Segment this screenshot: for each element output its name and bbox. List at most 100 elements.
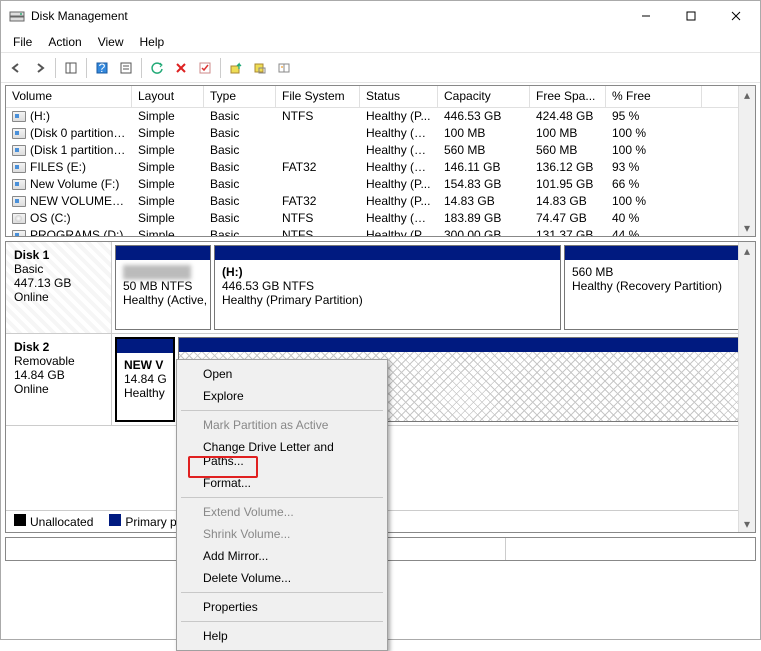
cell-pct: 93 % — [606, 159, 702, 176]
cell-type: Basic — [204, 193, 276, 210]
cell-name: PROGRAMS (D:) — [6, 227, 132, 237]
partition-d1-0[interactable]: ████████ 50 MB NTFS Healthy (Active, — [115, 245, 211, 330]
cell-pct: 95 % — [606, 108, 702, 125]
volume-icon — [12, 111, 26, 122]
separator — [181, 410, 383, 411]
cell-capacity: 154.83 GB — [438, 176, 530, 193]
ctx-help[interactable]: Help — [179, 625, 385, 647]
cell-pct: 44 % — [606, 227, 702, 237]
legend-swatch-black — [14, 514, 26, 526]
graphical-scrollbar[interactable]: ▴ ▾ — [738, 242, 755, 532]
legend-unallocated: Unallocated — [14, 514, 93, 529]
cell-free: 560 MB — [530, 142, 606, 159]
scroll-up-icon[interactable]: ▴ — [739, 242, 755, 259]
table-row[interactable]: (Disk 0 partition 1)SimpleBasicHealthy (… — [6, 125, 755, 142]
disk-1-partitions: ████████ 50 MB NTFS Healthy (Active, (H:… — [112, 242, 755, 333]
ctx-properties[interactable]: Properties — [179, 596, 385, 618]
separator — [181, 497, 383, 498]
disk-1-header[interactable]: Disk 1 Basic 447.13 GB Online — [6, 242, 112, 333]
menu-view[interactable]: View — [90, 32, 132, 52]
col-freespace[interactable]: Free Spa... — [530, 86, 606, 107]
cell-fs: NTFS — [276, 227, 360, 237]
forward-button[interactable] — [29, 57, 51, 79]
icon-button-2[interactable] — [249, 57, 271, 79]
partition-line2: Healthy (Primary Partition) — [222, 293, 553, 307]
partition-name: (H:) — [222, 265, 553, 279]
col-pctfree[interactable]: % Free — [606, 86, 702, 107]
cell-name: (Disk 1 partition 3) — [6, 142, 132, 159]
minimize-button[interactable] — [623, 2, 668, 30]
col-filesystem[interactable]: File System — [276, 86, 360, 107]
partition-line2: Healthy (Active, — [123, 293, 203, 307]
menu-file[interactable]: File — [5, 32, 40, 52]
cell-free: 131.37 GB — [530, 227, 606, 237]
legend-swatch-blue — [109, 514, 121, 526]
cell-free: 14.83 GB — [530, 193, 606, 210]
vertical-scrollbar[interactable]: ▴ ▾ — [738, 86, 755, 236]
partition-d2-0-selected[interactable]: NEW V 14.84 G Healthy — [115, 337, 175, 422]
help-button[interactable]: ? — [91, 57, 113, 79]
cell-capacity: 300.00 GB — [438, 227, 530, 237]
separator — [86, 58, 87, 78]
volume-list-header: Volume Layout Type File System Status Ca… — [6, 86, 755, 108]
cell-pct: 100 % — [606, 142, 702, 159]
col-status[interactable]: Status — [360, 86, 438, 107]
scroll-down-icon[interactable]: ▾ — [739, 515, 755, 532]
ctx-open[interactable]: Open — [179, 363, 385, 385]
table-row[interactable]: NEW VOLUME (I:)SimpleBasicFAT32Healthy (… — [6, 193, 755, 210]
partition-bar — [215, 246, 560, 260]
partition-line1: 446.53 GB NTFS — [222, 279, 553, 293]
volume-list: Volume Layout Type File System Status Ca… — [5, 85, 756, 237]
cell-free: 100 MB — [530, 125, 606, 142]
cell-pct: 66 % — [606, 176, 702, 193]
close-button[interactable] — [713, 2, 758, 30]
disk-2-header[interactable]: Disk 2 Removable 14.84 GB Online — [6, 334, 112, 425]
icon-button-1[interactable] — [225, 57, 247, 79]
col-capacity[interactable]: Capacity — [438, 86, 530, 107]
table-row[interactable]: PROGRAMS (D:)SimpleBasicNTFSHealthy (P..… — [6, 227, 755, 237]
ctx-format[interactable]: Format... — [179, 472, 385, 494]
table-row[interactable]: FILES (E:)SimpleBasicFAT32Healthy (A...1… — [6, 159, 755, 176]
table-row[interactable]: (H:)SimpleBasicNTFSHealthy (P...446.53 G… — [6, 108, 755, 125]
scroll-down-icon[interactable]: ▾ — [739, 219, 755, 236]
cell-name: FILES (E:) — [6, 159, 132, 176]
context-menu: Open Explore Mark Partition as Active Ch… — [176, 359, 388, 651]
disk-size: 14.84 GB — [14, 368, 103, 382]
actions-button[interactable] — [115, 57, 137, 79]
check-button[interactable] — [194, 57, 216, 79]
col-type[interactable]: Type — [204, 86, 276, 107]
disk-type: Basic — [14, 262, 103, 276]
scroll-up-icon[interactable]: ▴ — [739, 86, 755, 103]
cell-free: 74.47 GB — [530, 210, 606, 227]
ctx-explore[interactable]: Explore — [179, 385, 385, 407]
ctx-add-mirror[interactable]: Add Mirror... — [179, 545, 385, 567]
cell-fs: FAT32 — [276, 193, 360, 210]
cell-name: OS (C:) — [6, 210, 132, 227]
cell-status: Healthy (P... — [360, 176, 438, 193]
ctx-change-letter[interactable]: Change Drive Letter and Paths... — [179, 436, 385, 472]
back-button[interactable] — [5, 57, 27, 79]
partition-line1: 50 MB NTFS — [123, 279, 203, 293]
cell-name: (H:) — [6, 108, 132, 125]
partition-d1-2[interactable]: 560 MB Healthy (Recovery Partition) — [564, 245, 752, 330]
table-row[interactable]: New Volume (F:)SimpleBasicHealthy (P...1… — [6, 176, 755, 193]
ctx-mark-active: Mark Partition as Active — [179, 414, 385, 436]
cell-pct: 40 % — [606, 210, 702, 227]
ctx-delete[interactable]: Delete Volume... — [179, 567, 385, 589]
show-hide-tree-button[interactable] — [60, 57, 82, 79]
delete-button[interactable] — [170, 57, 192, 79]
table-row[interactable]: (Disk 1 partition 3)SimpleBasicHealthy (… — [6, 142, 755, 159]
partition-bar — [565, 246, 751, 260]
col-volume[interactable]: Volume — [6, 86, 132, 107]
refresh-button[interactable] — [146, 57, 168, 79]
menu-help[interactable]: Help — [132, 32, 173, 52]
col-layout[interactable]: Layout — [132, 86, 204, 107]
partition-d1-1[interactable]: (H:) 446.53 GB NTFS Healthy (Primary Par… — [214, 245, 561, 330]
menu-action[interactable]: Action — [40, 32, 89, 52]
icon-button-3[interactable] — [273, 57, 295, 79]
redacted-label: ████████ — [123, 265, 203, 279]
separator — [220, 58, 221, 78]
maximize-button[interactable] — [668, 2, 713, 30]
volume-icon — [12, 196, 26, 207]
table-row[interactable]: OS (C:)SimpleBasicNTFSHealthy (B...183.8… — [6, 210, 755, 227]
